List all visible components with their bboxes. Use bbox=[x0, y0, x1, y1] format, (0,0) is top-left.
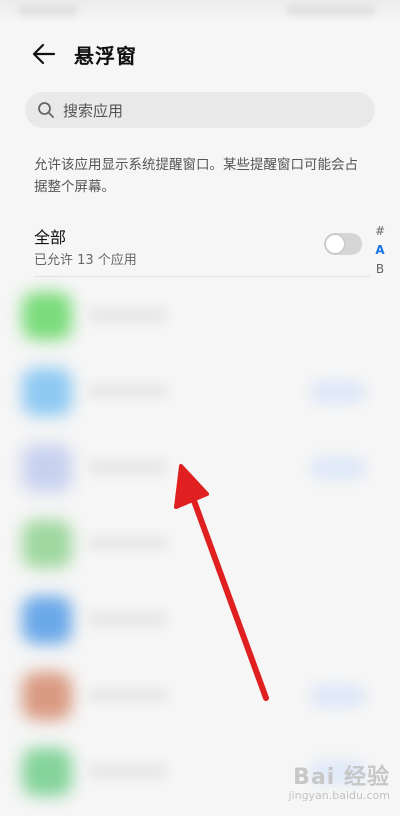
annotation-arrow bbox=[174, 464, 269, 701]
watermark-url: jingyan.baidu.com bbox=[288, 789, 390, 802]
watermark: Bai 经验 jingyan.baidu.com bbox=[288, 759, 390, 802]
watermark-logo: Bai 经验 bbox=[293, 765, 390, 790]
